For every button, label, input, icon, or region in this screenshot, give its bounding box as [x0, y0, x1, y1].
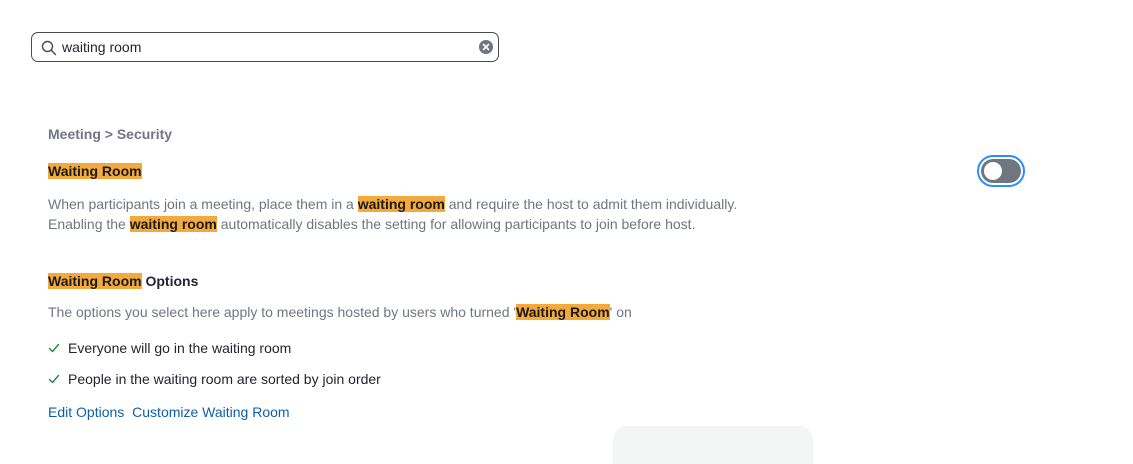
search-highlight: waiting room	[357, 196, 445, 212]
setting-title: Waiting Room	[48, 163, 142, 179]
options-description: The options you select here apply to mee…	[48, 304, 632, 320]
bottom-card	[613, 426, 813, 464]
search-highlight: Waiting Room	[516, 304, 610, 320]
edit-options-link[interactable]: Edit Options	[48, 404, 124, 420]
check-icon	[48, 343, 60, 353]
setting-description: When participants join a meeting, place …	[48, 196, 738, 232]
search-highlight: Waiting Room	[48, 163, 142, 179]
check-icon	[48, 374, 60, 384]
search-icon	[41, 40, 57, 56]
clear-icon[interactable]	[479, 40, 493, 54]
search-highlight: waiting room	[129, 216, 217, 232]
breadcrumb: Meeting > Security	[48, 126, 173, 142]
search-highlight: Waiting Room	[48, 273, 142, 289]
settings-page: Meeting > Security Waiting Room When par…	[0, 0, 1133, 464]
option-links: Edit Options Customize Waiting Room	[48, 404, 294, 420]
search-box[interactable]	[31, 32, 499, 62]
option-label: Everyone will go in the waiting room	[68, 340, 292, 356]
options-title: Waiting Room Options	[48, 273, 199, 289]
toggle-track	[981, 159, 1021, 183]
waiting-room-toggle[interactable]	[977, 155, 1025, 187]
toggle-knob	[984, 162, 1002, 180]
customize-waiting-room-link[interactable]: Customize Waiting Room	[132, 404, 289, 420]
option-item: Everyone will go in the waiting room	[48, 340, 291, 356]
option-item: People in the waiting room are sorted by…	[48, 371, 381, 387]
option-label: People in the waiting room are sorted by…	[68, 371, 381, 387]
search-input[interactable]	[62, 37, 472, 57]
